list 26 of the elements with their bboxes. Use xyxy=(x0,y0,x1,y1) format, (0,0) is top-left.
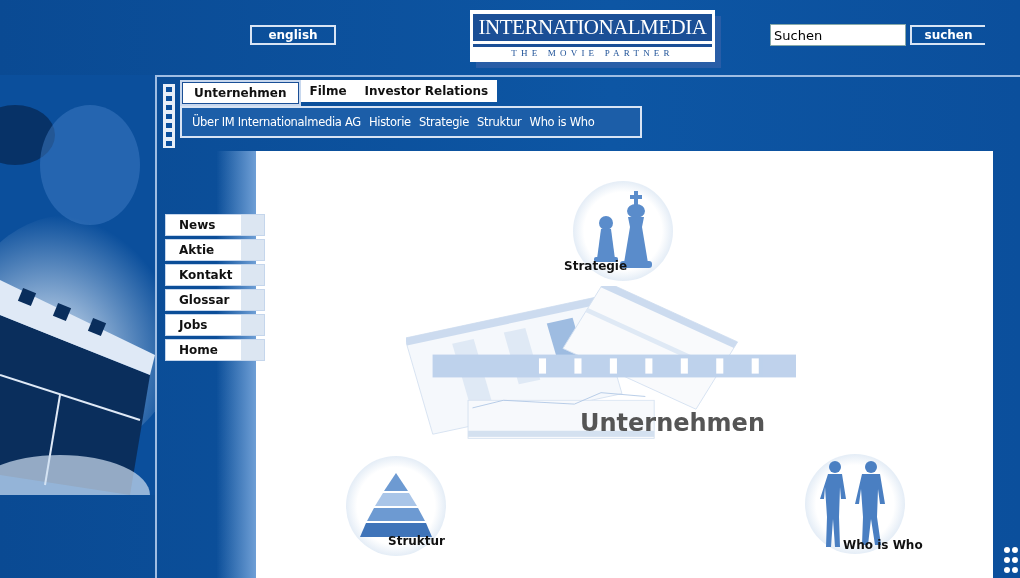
side-nav-button[interactable]: News xyxy=(165,214,265,236)
team-link[interactable]: Who is Who xyxy=(843,538,923,552)
subnav-link[interactable]: Strategie xyxy=(418,115,469,129)
section-heading: Unternehmen xyxy=(580,409,765,437)
nav-tab[interactable]: Filme xyxy=(300,80,356,102)
logo-title: INTERNATIONALMEDIA xyxy=(472,14,713,44)
nav-tab[interactable]: Investor Relations xyxy=(355,80,498,102)
subnav-link[interactable]: Who is Who xyxy=(529,115,595,129)
side-nav-button[interactable]: Glossar xyxy=(165,289,265,311)
side-nav-button[interactable]: Aktie xyxy=(165,239,265,261)
logo-subtitle: THE MOVIE PARTNER xyxy=(511,48,674,58)
search-button[interactable]: suchen xyxy=(910,25,985,45)
language-button[interactable]: english xyxy=(250,25,336,45)
side-nav-button[interactable]: Home xyxy=(165,339,265,361)
structure-link[interactable]: Struktur xyxy=(388,534,446,548)
dots-icon xyxy=(1004,546,1018,576)
strategy-link[interactable]: Strategie xyxy=(564,259,628,273)
subnav-link[interactable]: Historie xyxy=(368,115,411,129)
logo[interactable]: INTERNATIONALMEDIA THE MOVIE PARTNER xyxy=(470,10,715,62)
side-nav-button[interactable]: Jobs xyxy=(165,314,265,336)
search-field[interactable]: Suchen xyxy=(770,24,906,46)
nav-tab[interactable]: Unternehmen xyxy=(180,80,301,106)
film-strip-icon xyxy=(163,84,175,148)
subnav-link[interactable]: Über IM Internationalmedia AG xyxy=(192,115,361,129)
side-nav-button[interactable]: Kontakt xyxy=(165,264,265,286)
subnav-link[interactable]: Struktur xyxy=(476,115,522,129)
